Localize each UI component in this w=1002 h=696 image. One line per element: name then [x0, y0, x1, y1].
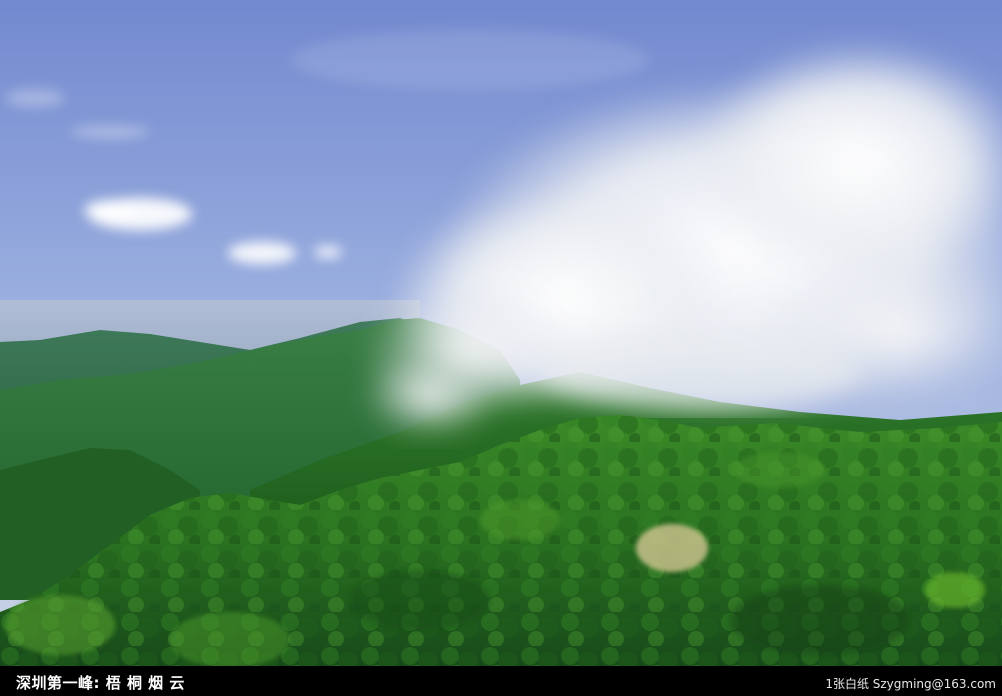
landscape-illustration [0, 0, 1002, 666]
caption-bar: 深圳第一峰: 梧 桐 烟 云 1张白纸 Szygming@163.com [0, 666, 1002, 696]
landscape-photo [0, 0, 1002, 666]
photo-credit: 1张白纸 Szygming@163.com [825, 677, 996, 691]
photo-title: 深圳第一峰: 梧 桐 烟 云 [16, 674, 185, 692]
